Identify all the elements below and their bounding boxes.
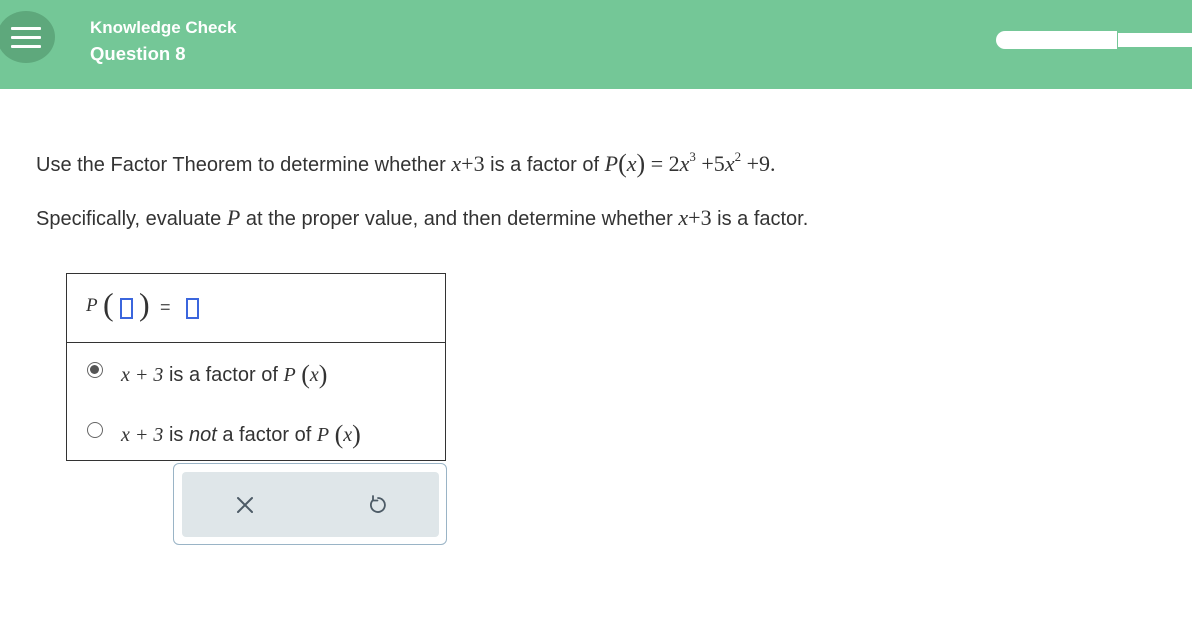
evaluation-row: P ( ) = [67,274,445,343]
exponent: 3 [689,148,696,164]
top-bar: Knowledge Check Question 8 [0,0,1192,89]
math-text: +3 [688,205,712,230]
math-var: P [226,205,241,230]
equals-sign: = [160,297,171,317]
undo-button[interactable] [365,492,391,518]
question-line-2: Specifically, evaluate P at the proper v… [36,205,808,231]
function-name: P [86,295,98,316]
toolbar-panel [182,472,439,537]
question-line-1: Use the Factor Theorem to determine whet… [36,148,776,178]
option-binomial: x + 3 [121,364,164,386]
answer-area: P ( ) = x + 3 is a factor of P (x) x + 3… [66,273,446,461]
math-var: x [451,151,462,176]
math-var: x [626,151,637,176]
value-input[interactable] [186,298,199,319]
argument-input[interactable] [120,298,133,319]
math-var: x [678,205,689,230]
function-arg: x [309,364,319,386]
left-paren: ( [103,286,114,322]
exponent: 2 [734,148,742,164]
radio-button-selected[interactable] [87,362,103,378]
option-text: a factor of [222,424,312,446]
question-text: at the proper value, and then determine … [245,208,673,230]
progress-bar [996,31,1192,49]
radio-button[interactable] [87,422,103,438]
math-text: +5 [701,151,725,176]
option-emphasis: not [188,424,217,446]
section-title: Knowledge Check [90,18,237,37]
math-text: +3 [461,151,485,176]
right-paren: ) [139,286,150,322]
question-text: is a factor of [490,154,600,176]
option-text: is a factor of [168,364,278,386]
question-number: Question 8 [90,43,186,64]
clear-button[interactable] [232,492,258,518]
option-label: x + 3 is a factor of P (x) [121,360,328,389]
answer-toolbar [173,463,447,545]
question-text: is a factor. [717,208,809,230]
function-name: P [283,364,296,386]
option-text: is [168,424,184,446]
function-name: P [316,424,330,446]
function-arg: x [343,424,353,446]
math-text: +9. [746,151,776,176]
option-binomial: x + 3 [121,424,164,446]
hamburger-icon[interactable] [0,11,55,63]
close-icon [237,497,253,513]
option-label: x + 3 is not a factor of P (x) [121,420,361,449]
undo-icon [370,495,386,513]
math-text: = 2 [650,151,680,176]
math-var: P [604,151,619,176]
question-text: Use the Factor Theorem to determine whet… [36,154,446,176]
question-text: Specifically, evaluate [36,208,222,230]
